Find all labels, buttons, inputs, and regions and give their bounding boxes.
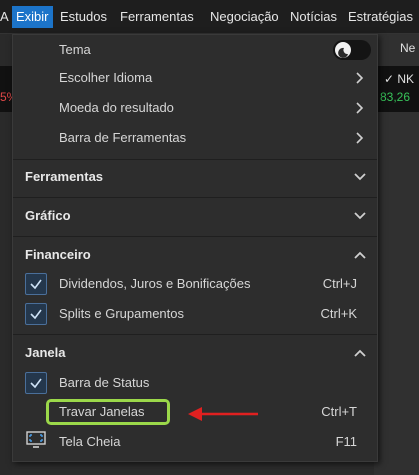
section-ferramentas[interactable]: Ferramentas: [13, 162, 377, 192]
barra-ferramentas-label: Barra de Ferramentas: [59, 130, 187, 145]
tela-cheia-shortcut: F11: [335, 434, 357, 449]
chevron-right-icon: [356, 102, 364, 114]
dividendos-label: Dividendos, Juros e Bonificações: [59, 276, 251, 291]
separator: [13, 334, 377, 335]
menu-item-estudos[interactable]: Estudos: [60, 6, 107, 28]
checkbox-barra-status[interactable]: [25, 372, 47, 394]
menu-item-dividendos[interactable]: Dividendos, Juros e Bonificações Ctrl+J: [13, 269, 377, 299]
chevron-down-icon: [354, 173, 366, 181]
checkbox-splits[interactable]: [25, 303, 47, 325]
menu-item-barra-status[interactable]: Barra de Status: [13, 368, 377, 398]
tela-cheia-label: Tela Cheia: [59, 434, 121, 449]
chevron-up-icon: [354, 251, 366, 259]
section-title: Financeiro: [25, 247, 91, 262]
chevron-right-icon: [356, 132, 364, 144]
splits-shortcut: Ctrl+K: [320, 306, 357, 321]
check-icon: ✓: [384, 72, 398, 86]
dividendos-shortcut: Ctrl+J: [322, 276, 357, 291]
arrow-left-icon: [188, 407, 258, 421]
tema-label: Tema: [59, 42, 91, 57]
splits-label: Splits e Grupamentos: [59, 306, 185, 321]
section-title: Janela: [25, 345, 66, 360]
separator: [13, 236, 377, 237]
menu-item-tema[interactable]: Tema: [13, 35, 377, 65]
menu-item-splits[interactable]: Splits e Grupamentos Ctrl+K: [13, 299, 377, 329]
menu-item-tela-cheia[interactable]: Tela Cheia F11: [13, 427, 377, 457]
chevron-up-icon: [354, 349, 366, 357]
section-title: Ferramentas: [25, 169, 104, 184]
menu-item-barra-ferramentas[interactable]: Barra de Ferramentas: [13, 123, 377, 153]
idioma-label: Escolher Idioma: [59, 70, 153, 85]
monitor-icon: [26, 431, 46, 448]
section-title: Gráfico: [25, 208, 71, 223]
separator: [13, 197, 377, 198]
ticker-label: ✓ NK: [384, 72, 415, 86]
theme-toggle[interactable]: [333, 40, 371, 60]
chevron-right-icon: [356, 72, 364, 84]
barra-status-label: Barra de Status: [59, 375, 150, 390]
check-icon: [30, 279, 42, 290]
menu-item-moeda-resultado[interactable]: Moeda do resultado: [13, 93, 377, 123]
check-icon: [30, 378, 42, 389]
section-financeiro[interactable]: Financeiro: [13, 240, 377, 270]
menu-item-noticias[interactable]: Notícias: [290, 6, 337, 28]
menu-item-ferramentas[interactable]: Ferramentas: [120, 6, 194, 28]
ticker-value: 83,26: [380, 90, 411, 104]
moeda-label: Moeda do resultado: [59, 100, 174, 115]
section-grafico[interactable]: Gráfico: [13, 201, 377, 231]
chevron-down-icon: [354, 212, 366, 220]
menu-bar: A Exibir Estudos Ferramentas Negociação …: [0, 0, 419, 34]
moon-icon: [335, 42, 351, 58]
menu-item-a[interactable]: A: [0, 6, 9, 28]
check-icon: [30, 309, 42, 320]
background-label: Ne: [400, 41, 416, 55]
menu-item-escolher-idioma[interactable]: Escolher Idioma: [13, 63, 377, 93]
travar-shortcut: Ctrl+T: [321, 404, 357, 419]
menu-item-estrategias[interactable]: Estratégias: [348, 6, 413, 28]
menu-item-exibir[interactable]: Exibir: [12, 6, 53, 28]
exibir-dropdown-menu: Tema Escolher Idioma Moeda do resultado …: [12, 34, 378, 462]
menu-item-negociacao[interactable]: Negociação: [210, 6, 279, 28]
highlight-box: [46, 399, 170, 425]
checkbox-dividendos[interactable]: [25, 273, 47, 295]
separator: [13, 159, 377, 160]
section-janela[interactable]: Janela: [13, 338, 377, 368]
